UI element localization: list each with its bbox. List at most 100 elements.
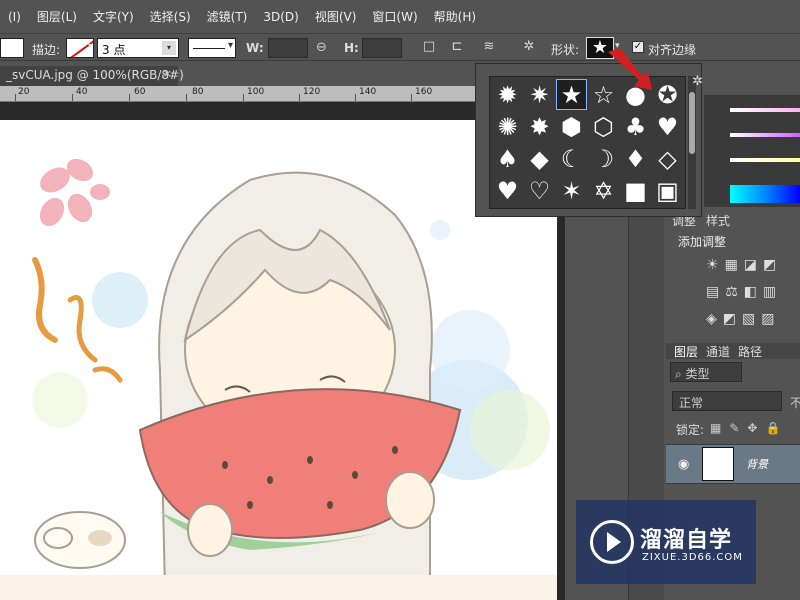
shape-option[interactable]: ✹ (492, 79, 523, 110)
lock-options: ▦ ✎ ✥ 🔒 (710, 421, 780, 435)
layer-thumbnail (702, 447, 734, 481)
black-white-icon[interactable]: ◧ (744, 284, 757, 300)
shape-option[interactable]: ✷ (524, 79, 555, 110)
blend-mode-select[interactable]: 正常 (672, 391, 782, 411)
height-input[interactable] (362, 38, 402, 58)
lock-all-icon[interactable]: 🔒 (765, 421, 780, 435)
stroke-width-select[interactable]: 3 点 ▾ (97, 38, 179, 58)
tab-paths[interactable]: 路径 (738, 343, 762, 359)
gear-icon[interactable]: ✲ (692, 74, 703, 89)
ruler-tick (299, 94, 300, 101)
red-arrow-annotation (608, 48, 652, 90)
shape-option[interactable]: ⬢ (556, 111, 587, 142)
menu-item-layer[interactable]: 图层(L) (29, 8, 85, 25)
width-label: W: (246, 41, 264, 55)
lock-label: 锁定: (676, 423, 705, 437)
ruler-label: 60 (134, 87, 146, 97)
photo-filter-icon[interactable]: ▥ (763, 284, 776, 300)
shape-option[interactable]: ☾ (556, 143, 587, 174)
menu-item-help[interactable]: 帮助(H) (426, 8, 484, 25)
shape-option[interactable]: ♦ (620, 143, 651, 174)
shape-option[interactable]: ♡ (524, 175, 555, 206)
path-operations-icon[interactable]: □ (420, 39, 438, 57)
ruler-label: 120 (303, 87, 321, 97)
ruler-label: 100 (247, 87, 265, 97)
ruler-label: 140 (359, 87, 377, 97)
shape-option[interactable]: ♣ (620, 111, 651, 142)
shape-option[interactable]: ⬡ (588, 111, 619, 142)
shape-option[interactable]: ✶ (556, 175, 587, 206)
ruler-tick (186, 94, 187, 101)
link-icon[interactable]: ⊖ (316, 40, 327, 60)
menu-item-window[interactable]: 窗口(W) (364, 8, 425, 25)
eye-icon[interactable]: ◉ (678, 457, 689, 472)
stroke-label: 描边: (32, 43, 61, 57)
tab-styles[interactable]: 样式 (706, 212, 730, 230)
document-tab[interactable]: _svCUA.jpg @ 100%(RGB/8#) × (0, 66, 184, 86)
lock-transparent-icon[interactable]: ▦ (710, 421, 721, 435)
exposure-icon[interactable]: ◩ (763, 257, 776, 273)
menu-item-view[interactable]: 视图(V) (307, 8, 365, 25)
layers-tabs: 图层 通道 路径 (666, 343, 800, 359)
gear-icon[interactable]: ✲ (520, 39, 538, 57)
ruler-tick (15, 94, 16, 101)
layer-name[interactable]: 背景 (746, 456, 768, 472)
fill-swatch[interactable] (0, 38, 24, 58)
watermelon-girl-illustration (0, 158, 557, 600)
threshold-icon[interactable]: ▧ (742, 311, 755, 327)
invert-icon[interactable]: ◈ (706, 311, 717, 327)
color-gradient-swatch[interactable] (730, 133, 800, 137)
shape-option[interactable]: ◇ (652, 143, 683, 174)
stroke-width-value: 3 点 (102, 43, 126, 57)
path-alignment-icon[interactable]: ⊏ (448, 39, 466, 57)
adjustments-row: ☀ ▦ ◪ ◩ (706, 257, 776, 273)
scrollbar-thumb[interactable] (689, 92, 695, 154)
close-icon[interactable]: × (163, 67, 172, 80)
popup-scrollbar[interactable] (688, 76, 696, 209)
shape-option[interactable]: ✸ (524, 111, 555, 142)
image-canvas[interactable] (0, 120, 557, 600)
opacity-label: 不 (790, 396, 800, 410)
shape-option[interactable]: ☽ (588, 143, 619, 174)
ruler-label: 20 (18, 87, 30, 97)
lock-move-icon[interactable]: ✥ (747, 421, 757, 435)
shape-option[interactable]: ✪ (652, 79, 683, 110)
brightness-icon[interactable]: ☀ (706, 257, 719, 273)
tab-channels[interactable]: 通道 (706, 343, 730, 359)
posterize-icon[interactable]: ◩ (723, 311, 736, 327)
shape-option[interactable]: ✡ (588, 175, 619, 206)
shape-option[interactable]: ▣ (652, 175, 683, 206)
horizontal-ruler: 20 40 60 80 100 120 140 160 (0, 86, 520, 102)
lock-brush-icon[interactable]: ✎ (729, 421, 739, 435)
path-arrangement-icon[interactable]: ≋ (480, 39, 498, 57)
adjustments-row: ▤ ⚖ ◧ ▥ (706, 284, 776, 300)
menu-item-3d[interactable]: 3D(D) (255, 10, 306, 24)
stroke-type-select[interactable] (188, 38, 236, 58)
shape-option[interactable]: ♠ (492, 143, 523, 174)
color-balance-icon[interactable]: ⚖ (725, 284, 738, 300)
color-gradient-swatch[interactable] (730, 108, 800, 112)
shape-option[interactable]: ■ (620, 175, 651, 206)
ruler-label: 160 (415, 87, 433, 97)
stroke-dropdown-icon[interactable]: ▾ (88, 41, 94, 61)
levels-icon[interactable]: ▦ (725, 257, 738, 273)
layer-filter-select[interactable]: ⌕ 类型 (670, 362, 742, 382)
color-spectrum[interactable] (730, 185, 800, 203)
menu-item-edit[interactable]: (I) (0, 10, 29, 24)
shape-option[interactable]: ♥ (652, 111, 683, 142)
shape-option[interactable]: ◆ (524, 143, 555, 174)
width-input[interactable] (268, 38, 308, 58)
gradient-map-icon[interactable]: ▨ (761, 311, 774, 327)
menu-item-filter[interactable]: 滤镜(T) (199, 8, 256, 25)
vibrance-icon[interactable]: ▤ (706, 284, 719, 300)
shape-option[interactable]: ★ (556, 79, 587, 110)
shape-option[interactable]: ✺ (492, 111, 523, 142)
options-bar: 描边: ▾ 3 点 ▾ W: ⊖ H: □ ⊏ ≋ ✲ 形状: ★ ▾ ✓ 对齐… (0, 33, 800, 61)
tab-layers[interactable]: 图层 (674, 343, 698, 359)
menu-item-type[interactable]: 文字(Y) (85, 8, 142, 25)
shape-option[interactable]: ♥ (492, 175, 523, 206)
menu-item-select[interactable]: 选择(S) (142, 8, 199, 25)
ruler-tick (355, 94, 356, 101)
color-gradient-swatch[interactable] (730, 158, 800, 162)
curves-icon[interactable]: ◪ (744, 257, 757, 273)
